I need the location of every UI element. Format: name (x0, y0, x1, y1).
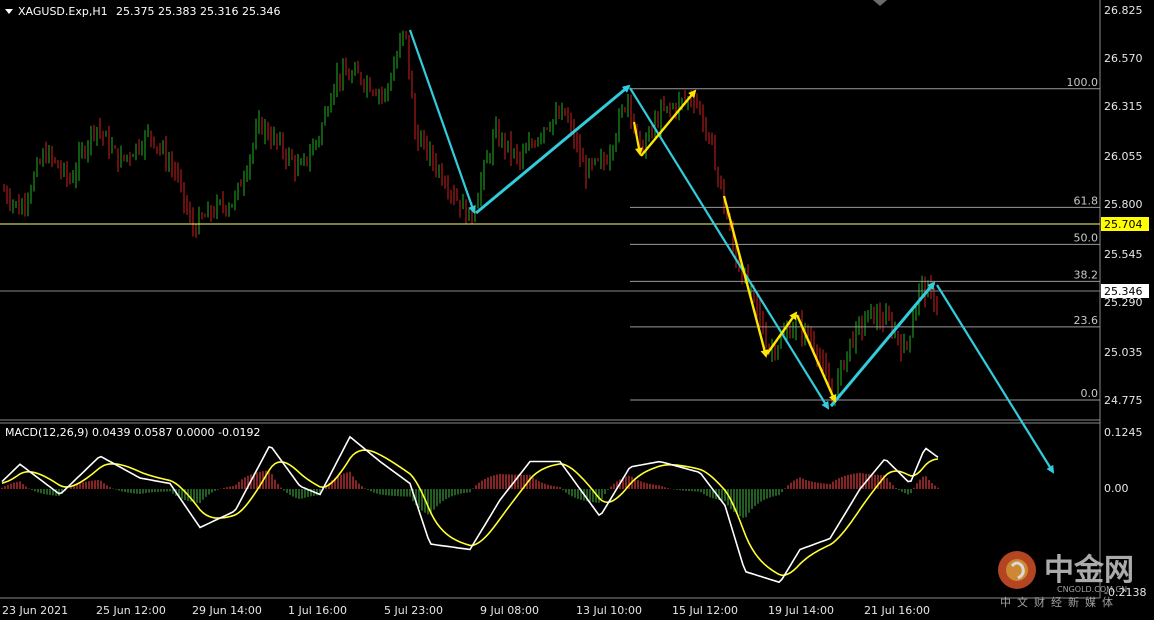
candlestick-series (3, 30, 938, 408)
ohlc-label: 25.375 25.383 25.316 25.346 (116, 5, 280, 18)
macd-tick: 0.00 (1104, 482, 1129, 495)
price-tick: 25.035 (1104, 346, 1143, 359)
wave-arrow-up-1[interactable] (475, 84, 631, 215)
price-tick: 26.315 (1104, 100, 1143, 113)
fibonacci-retracement[interactable]: 100.0 61.8 50.0 38.2 23.6 0.0 (630, 76, 1100, 401)
fib-level-label: 50.0 (1074, 231, 1099, 244)
wave-arrow-down-2[interactable] (629, 87, 830, 410)
price-tick: 25.800 (1104, 198, 1143, 211)
time-tick: 19 Jul 14:00 (768, 604, 834, 617)
chart-menu-icon[interactable] (5, 9, 13, 14)
fib-level-label: 61.8 (1074, 194, 1099, 207)
price-tick: 26.570 (1104, 52, 1143, 65)
time-tick: 21 Jul 16:00 (864, 604, 930, 617)
time-tick: 15 Jul 12:00 (672, 604, 738, 617)
time-tick: 5 Jul 23:00 (384, 604, 443, 617)
price-axis: 26.825 26.570 26.315 26.055 25.800 25.54… (1104, 4, 1143, 407)
symbol-label: XAGUSD.Exp,H1 (18, 5, 108, 18)
macd-tick: 0.1245 (1104, 426, 1143, 439)
fib-level-label: 23.6 (1074, 314, 1099, 327)
watermark: 中金网 CNGOLD.COM.CN 中文财经新媒体 (998, 551, 1134, 609)
line-price-marker-label: 25.704 (1104, 218, 1143, 231)
scroll-marker-icon[interactable] (873, 0, 887, 6)
wave-arrow-projection[interactable] (936, 284, 1055, 474)
price-tick: 26.825 (1104, 4, 1143, 17)
price-chart[interactable]: 100.0 61.8 50.0 38.2 23.6 0.0 XAGUSD.Exp,H1 2… (0, 0, 1154, 620)
price-tick: 24.775 (1104, 394, 1143, 407)
sub-arrow-2[interactable] (640, 89, 697, 157)
macd-label: MACD(12,26,9) 0.0439 0.0587 0.0000 -0.01… (5, 426, 260, 439)
fib-level-label: 0.0 (1081, 387, 1099, 400)
fib-level-label: 38.2 (1074, 268, 1099, 281)
wave-arrow-up-2[interactable] (829, 281, 936, 407)
brand-name: 中金网 (1044, 553, 1134, 588)
time-axis: 23 Jun 2021 25 Jun 12:00 29 Jun 14:00 1 … (2, 604, 930, 617)
current-price-marker-label: 25.346 (1104, 285, 1143, 298)
price-tick: 26.055 (1104, 150, 1143, 163)
macd-main-line (1, 435, 939, 584)
time-tick: 25 Jun 12:00 (96, 604, 166, 617)
time-tick: 23 Jun 2021 (2, 604, 68, 617)
brand-url: CNGOLD.COM.CN (1057, 585, 1127, 594)
brand-tagline: 中文财经新媒体 (1000, 595, 1119, 609)
time-tick: 13 Jul 10:00 (576, 604, 642, 617)
time-tick: 1 Jul 16:00 (288, 604, 347, 617)
macd-signal-line (1, 449, 939, 577)
fib-level-label: 100.0 (1067, 76, 1099, 89)
time-tick: 29 Jun 14:00 (192, 604, 262, 617)
wave-arrows[interactable] (408, 29, 1055, 474)
sub-arrow-3[interactable] (722, 195, 769, 358)
price-tick: 25.545 (1104, 248, 1143, 261)
macd-histogram (1, 470, 939, 518)
time-tick: 9 Jul 08:00 (480, 604, 539, 617)
